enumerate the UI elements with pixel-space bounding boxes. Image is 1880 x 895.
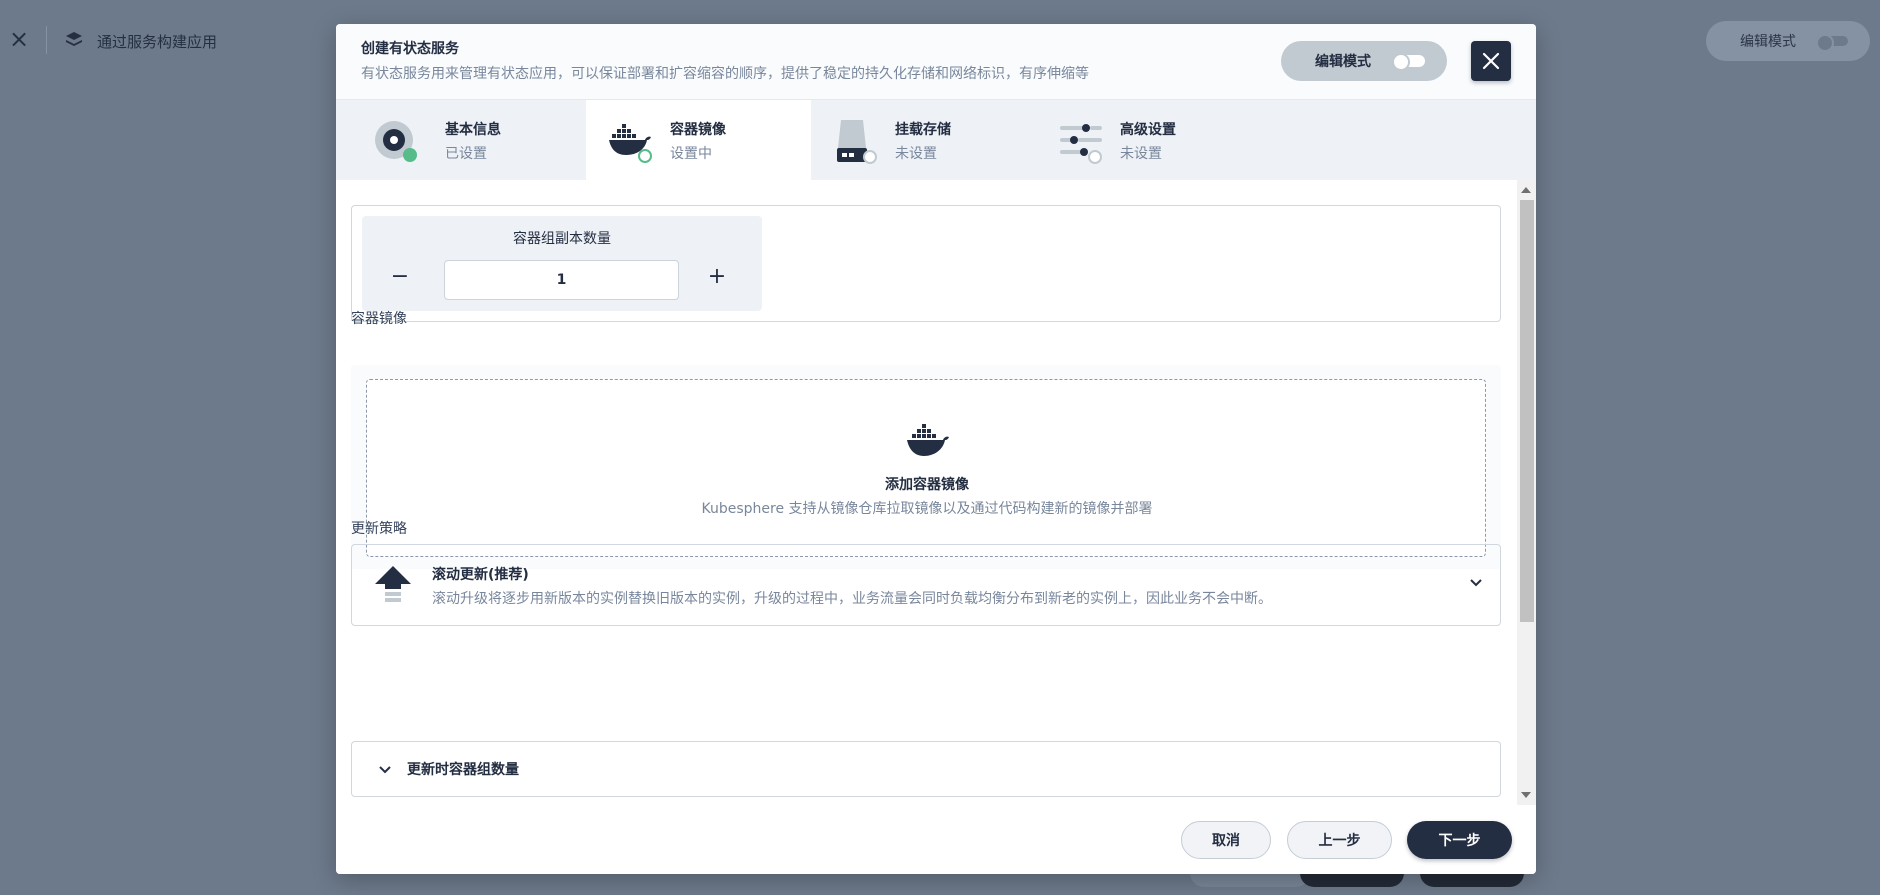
next-step-button[interactable]: 下一步 (1407, 821, 1512, 859)
step-status: 未设置 (1120, 146, 1162, 162)
container-image-section-title: 容器镜像 (351, 311, 407, 327)
replica-count-stepper-box: 容器组副本数量 − + (362, 216, 762, 311)
previous-step-button[interactable]: 上一步 (1287, 821, 1392, 859)
modal-content: 容器组副本数量 − + 容器镜像 添加容器镜像 Kubesphere 支持从 (336, 180, 1536, 805)
background-edit-mode-label: 编辑模式 (1740, 34, 1796, 50)
content-scrollbar[interactable] (1517, 180, 1536, 805)
scroll-down-arrow-icon[interactable] (1521, 792, 1531, 798)
decrease-replicas-button[interactable]: − (385, 262, 415, 292)
update-strategy-section-title: 更新策略 (351, 521, 407, 537)
tab-container-image[interactable]: 容器镜像 设置中 (586, 100, 811, 180)
tab-basic-info[interactable]: 基本信息 已设置 (336, 100, 561, 180)
modal-title: 创建有状态服务 (361, 41, 459, 57)
strategy-name: 滚动更新(推荐) (432, 567, 529, 583)
step-label: 基本信息 (445, 122, 501, 138)
cancel-button[interactable]: 取消 (1181, 821, 1271, 859)
replica-count-input[interactable] (444, 260, 679, 300)
step-label: 容器镜像 (670, 122, 726, 138)
increase-replicas-button[interactable]: + (702, 262, 732, 292)
pods-during-update-title: 更新时容器组数量 (407, 762, 519, 778)
pods-during-update-panel[interactable]: 更新时容器组数量 (351, 741, 1501, 797)
add-container-image-description: Kubesphere 支持从镜像仓库拉取镜像以及通过代码构建新的镜像并部署 (701, 501, 1153, 517)
step-label: 高级设置 (1120, 122, 1176, 138)
storage-icon (837, 120, 877, 164)
docker-icon (907, 424, 949, 456)
add-container-image-title: 添加容器镜像 (885, 477, 969, 493)
create-stateful-service-modal: 创建有状态服务 有状态服务用来管理有状态应用，可以保证部署和扩容缩容的顺序，提供… (336, 24, 1536, 874)
step-status: 设置中 (670, 146, 712, 162)
step-status: 未设置 (895, 146, 937, 162)
background-edit-mode-toggle[interactable]: 编辑模式 (1706, 21, 1870, 61)
divider (46, 26, 47, 54)
settings-sliders-icon (1060, 124, 1102, 164)
modal-description: 有状态服务用来管理有状态应用，可以保证部署和扩容缩容的顺序，提供了稳定的持久化存… (361, 66, 1089, 82)
update-strategy-select[interactable]: 滚动更新(推荐) 滚动升级将逐步用新版本的实例替换旧版本的实例，升级的过程中，业… (351, 544, 1501, 626)
chevron-down-icon (379, 766, 391, 774)
chevron-down-icon (1470, 579, 1482, 587)
modal-close-button[interactable] (1471, 41, 1511, 81)
app-layers-icon (66, 32, 82, 46)
rolling-update-arrow-icon (375, 566, 411, 602)
docker-icon (609, 124, 652, 163)
basic-info-icon (375, 121, 417, 162)
close-icon (1482, 52, 1500, 70)
edit-mode-toggle[interactable]: 编辑模式 (1281, 41, 1447, 81)
replica-count-panel: 容器组副本数量 − + (351, 205, 1501, 322)
step-label: 挂载存储 (895, 122, 951, 138)
replica-count-label: 容器组副本数量 (513, 231, 611, 247)
add-container-image-button[interactable]: 添加容器镜像 Kubesphere 支持从镜像仓库拉取镜像以及通过代码构建新的镜… (366, 379, 1486, 557)
modal-header: 创建有状态服务 有状态服务用来管理有状态应用，可以保证部署和扩容缩容的顺序，提供… (336, 24, 1536, 100)
tab-mount-storage[interactable]: 挂载存储 未设置 (811, 100, 1036, 180)
scroll-up-arrow-icon[interactable] (1521, 187, 1531, 193)
background-page-title: 通过服务构建应用 (97, 33, 218, 51)
container-image-zone: 添加容器镜像 Kubesphere 支持从镜像仓库拉取镜像以及通过代码构建新的镜… (351, 365, 1501, 569)
wizard-steps: 基本信息 已设置 容器镜像 设置中 挂载存储 未设置 高级设置 未设置 (336, 100, 1536, 180)
strategy-description: 滚动升级将逐步用新版本的实例替换旧版本的实例，升级的过程中，业务流量会同时负载均… (432, 591, 1272, 607)
toggle-switch-icon (1392, 53, 1425, 71)
close-icon[interactable]: × (8, 27, 30, 51)
edit-mode-label: 编辑模式 (1315, 54, 1371, 70)
step-status: 已设置 (445, 146, 487, 162)
scroll-thumb[interactable] (1520, 200, 1534, 622)
modal-footer: 取消 上一步 下一步 (336, 805, 1536, 874)
toggle-switch-icon (1816, 34, 1848, 52)
tab-advanced-settings[interactable]: 高级设置 未设置 (1036, 100, 1261, 180)
